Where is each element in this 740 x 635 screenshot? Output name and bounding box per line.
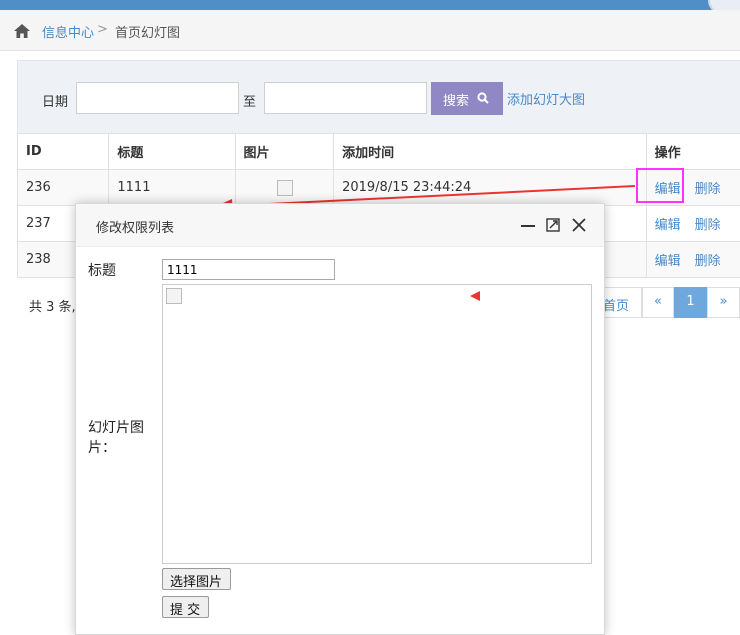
table-row: 236 1111 2019/8/15 23:44:24 编辑删除	[18, 170, 740, 206]
search-icon	[477, 92, 489, 104]
cell-actions: 编辑删除	[646, 206, 740, 242]
dialog-header: 修改权限列表	[76, 204, 604, 247]
search-button-label: 搜索	[443, 94, 469, 109]
edit-link[interactable]: 编辑	[655, 218, 681, 233]
image-field-label: 幻灯片图片：	[88, 418, 158, 458]
header-title: 标题	[109, 134, 235, 170]
dialog-title: 修改权限列表	[96, 217, 174, 236]
breadcrumb-link-info-center[interactable]: 信息中心	[42, 22, 94, 41]
title-input[interactable]	[162, 259, 335, 280]
title-field-label: 标题	[88, 260, 116, 280]
cell-image	[235, 170, 334, 206]
choose-image-button[interactable]: 选择图片	[162, 568, 231, 590]
pager-current-page[interactable]: 1	[674, 287, 707, 318]
broken-image-icon	[277, 180, 293, 196]
header-actions: 操作	[646, 134, 740, 170]
search-button[interactable]: 搜索	[431, 82, 503, 115]
image-preview	[162, 284, 592, 564]
close-icon[interactable]	[572, 218, 586, 232]
date-to-input[interactable]	[264, 82, 427, 114]
submit-button[interactable]: 提 交	[162, 596, 209, 618]
date-from-input[interactable]	[76, 82, 239, 114]
edit-dialog: 修改权限列表 标题 幻灯片图片： 选择图片 提 交	[75, 203, 605, 635]
cell-id: 236	[18, 170, 109, 206]
to-label: 至	[243, 91, 256, 110]
cell-title: 1111	[109, 170, 235, 206]
date-label: 日期	[42, 91, 68, 110]
home-icon[interactable]	[14, 24, 30, 38]
cell-actions: 编辑删除	[646, 242, 740, 278]
breadcrumb-separator: >	[97, 22, 108, 37]
table-header-row: ID 标题 图片 添加时间 操作	[18, 134, 740, 170]
pager-summary: 共 3 条,	[29, 296, 76, 315]
delete-link[interactable]: 删除	[695, 182, 721, 197]
pager-next-button[interactable]: »	[707, 287, 740, 318]
annotation-marker-icon	[470, 291, 482, 301]
breadcrumb: 信息中心 > 首页幻灯图	[0, 10, 740, 51]
header-image: 图片	[235, 134, 334, 170]
breadcrumb-current: 首页幻灯图	[115, 22, 180, 41]
add-slide-link[interactable]: 添加幻灯大图	[507, 89, 585, 108]
broken-image-icon	[166, 288, 182, 304]
top-bar	[0, 0, 740, 10]
delete-link[interactable]: 删除	[695, 218, 721, 233]
annotation-highlight-box	[636, 168, 684, 203]
maximize-icon[interactable]	[546, 218, 560, 232]
header-id: ID	[18, 134, 109, 170]
minimize-icon[interactable]	[521, 225, 535, 227]
pager-prev-button[interactable]: «	[642, 287, 674, 318]
header-added-time: 添加时间	[334, 134, 647, 170]
cell-time: 2019/8/15 23:44:24	[334, 170, 647, 206]
edit-link[interactable]: 编辑	[655, 254, 681, 269]
delete-link[interactable]: 删除	[695, 254, 721, 269]
